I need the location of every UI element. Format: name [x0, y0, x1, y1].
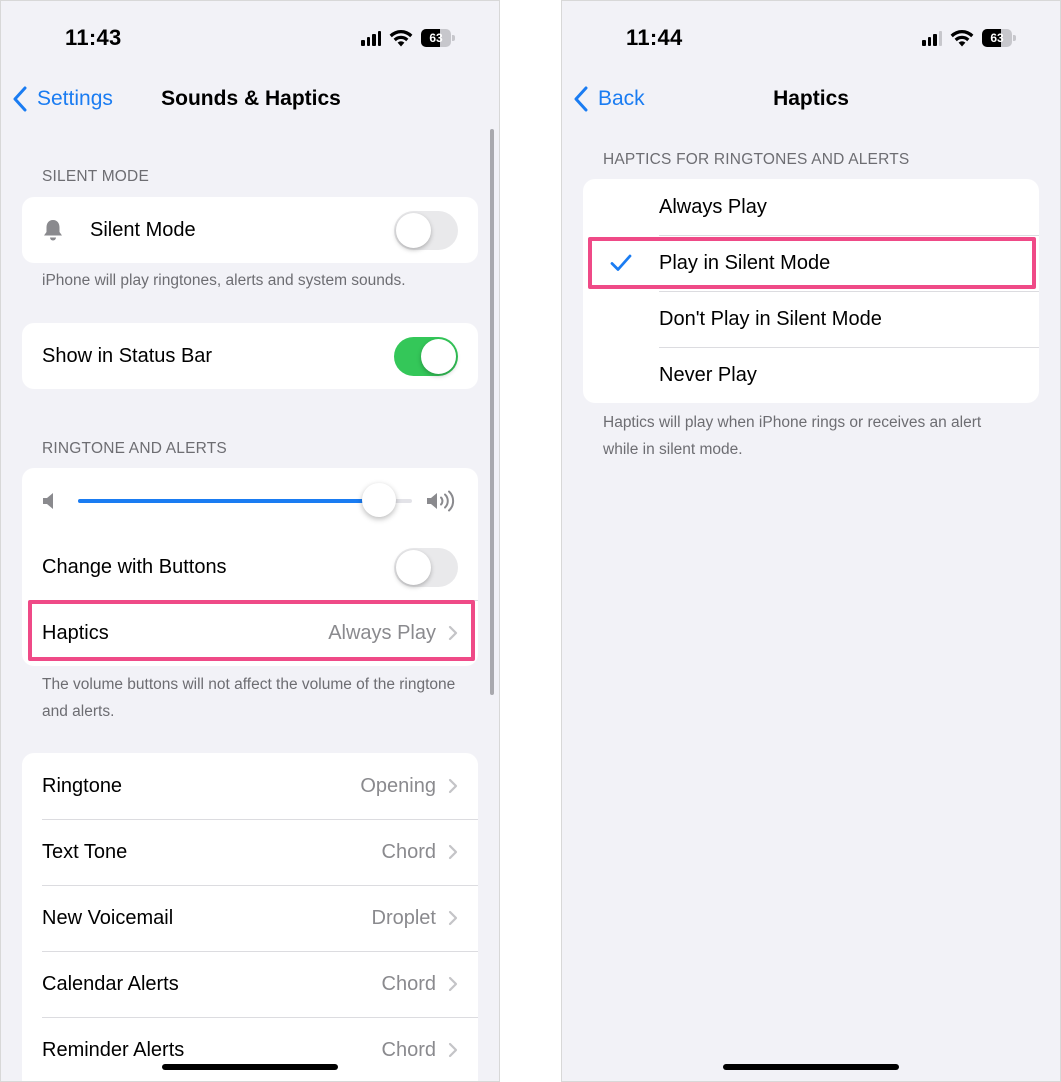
haptics-row[interactable]: Haptics Always Play [22, 600, 478, 666]
chevron-right-icon [448, 625, 458, 641]
silent-mode-group: Silent Mode [22, 197, 478, 263]
sounds-haptics-screen: 11:43 63 Settings Sounds & Haptics SILEN… [0, 0, 500, 1082]
navigation-bar: Settings Sounds & Haptics [1, 77, 499, 121]
show-in-status-bar-label: Show in Status Bar [42, 344, 213, 367]
battery-icon: 63 [421, 29, 455, 47]
battery-level: 63 [990, 31, 1004, 45]
home-indicator[interactable] [723, 1064, 899, 1070]
haptics-label: Haptics [42, 621, 109, 644]
ringtone-footer: The volume buttons will not affect the v… [42, 676, 456, 720]
option-label: Don't Play in Silent Mode [659, 307, 882, 330]
status-bar: 11:44 63 [562, 1, 1060, 77]
section-header-haptics: HAPTICS FOR RINGTONES AND ALERTS [603, 151, 910, 168]
option-label: Never Play [659, 363, 757, 386]
silent-mode-row: Silent Mode [22, 197, 478, 263]
ringtone-alerts-group: Change with Buttons Haptics Always Play [22, 468, 478, 666]
chevron-right-icon [448, 1042, 458, 1058]
tone-label: Reminder Alerts [42, 1038, 185, 1061]
tone-row-ringtone[interactable]: Ringtone Opening [22, 753, 478, 819]
tone-value: Chord [381, 840, 436, 863]
volume-slider-thumb[interactable] [361, 483, 396, 517]
page-title: Sounds & Haptics [161, 87, 341, 110]
navigation-bar: Back Haptics [562, 77, 1060, 121]
tone-row-text-tone[interactable]: Text Tone Chord [22, 819, 478, 885]
silent-mode-toggle[interactable] [394, 210, 458, 250]
status-time: 11:43 [65, 25, 122, 50]
signal-icon [922, 30, 942, 46]
tone-label: New Voicemail [42, 906, 174, 929]
tone-label: Text Tone [42, 840, 128, 863]
option-label: Play in Silent Mode [659, 251, 831, 274]
option-play-in-silent-mode[interactable]: Play in Silent Mode [583, 235, 1039, 291]
chevron-right-icon [448, 910, 458, 926]
haptics-footer: Haptics will play when iPhone rings or r… [603, 414, 982, 458]
tone-row-new-voicemail[interactable]: New Voicemail Droplet [22, 885, 478, 951]
haptics-value: Always Play [328, 621, 436, 644]
tone-label: Calendar Alerts [42, 972, 179, 995]
signal-icon [361, 30, 381, 46]
volume-slider-row [22, 468, 478, 534]
speaker-low-icon [43, 493, 53, 509]
section-header-silent-mode: SILENT MODE [42, 168, 149, 185]
volume-slider[interactable] [78, 483, 412, 517]
bell-icon [44, 220, 62, 241]
tone-row-reminder-alerts[interactable]: Reminder Alerts Chord [22, 1017, 478, 1081]
tone-value: Chord [381, 1038, 436, 1061]
speaker-high-icon [427, 490, 455, 512]
tone-value: Chord [381, 972, 436, 995]
check-slot [583, 254, 659, 272]
option-always-play[interactable]: Always Play [583, 179, 1039, 235]
tone-value: Droplet [371, 906, 436, 929]
home-indicator[interactable] [162, 1064, 338, 1070]
tones-group: Ringtone Opening Text Tone Chord New Voi… [22, 753, 478, 1081]
haptics-screen: 11:44 63 Back Haptics HAPTICS FOR RINGTO… [561, 0, 1061, 1082]
chevron-right-icon [448, 976, 458, 992]
checkmark-icon [610, 254, 632, 271]
battery-icon: 63 [982, 29, 1016, 47]
status-icons: 63 [361, 29, 455, 47]
tone-label: Ringtone [42, 774, 123, 797]
show-in-status-bar-row: Show in Status Bar [22, 323, 478, 389]
status-time: 11:44 [626, 25, 683, 50]
battery-level: 63 [429, 31, 443, 45]
chevron-right-icon [448, 778, 458, 794]
change-with-buttons-row: Change with Buttons [22, 534, 478, 600]
chevron-right-icon [448, 844, 458, 860]
haptics-options-group: Always Play Play in Silent Mode Don't Pl… [583, 179, 1039, 403]
status-bar: 11:43 63 [1, 1, 499, 77]
scrollbar[interactable] [490, 129, 494, 695]
show-in-status-bar-toggle[interactable] [394, 336, 458, 376]
wifi-icon [950, 30, 974, 47]
option-dont-play-in-silent-mode[interactable]: Don't Play in Silent Mode [583, 291, 1039, 347]
section-header-ringtone: RINGTONE AND ALERTS [42, 440, 227, 457]
tone-row-calendar-alerts[interactable]: Calendar Alerts Chord [22, 951, 478, 1017]
silent-mode-label: Silent Mode [90, 218, 196, 241]
page-title: Haptics [773, 87, 849, 110]
wifi-icon [389, 30, 413, 47]
tone-value: Opening [360, 774, 436, 797]
option-label: Always Play [659, 195, 767, 218]
option-never-play[interactable]: Never Play [583, 347, 1039, 403]
silent-mode-footer: iPhone will play ringtones, alerts and s… [42, 272, 406, 289]
change-with-buttons-toggle[interactable] [394, 547, 458, 587]
change-with-buttons-label: Change with Buttons [42, 555, 227, 578]
status-icons: 63 [922, 29, 1016, 47]
status-bar-group: Show in Status Bar [22, 323, 478, 389]
